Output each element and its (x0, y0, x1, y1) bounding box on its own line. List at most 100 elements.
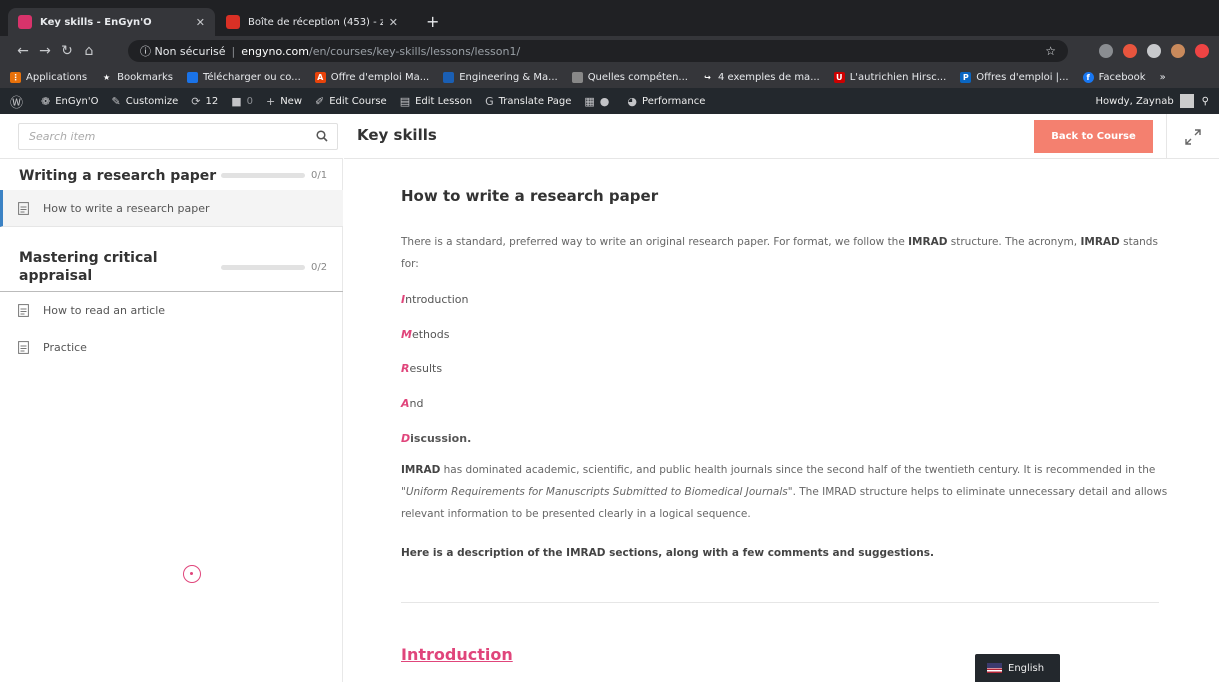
bookmark-item[interactable]: P Offres d'emploi |... (960, 71, 1069, 83)
admin-new-link[interactable]: + New (266, 95, 302, 108)
back-to-course-button[interactable]: Back to Course (1034, 120, 1153, 153)
plugin-icon: ▦ (584, 94, 595, 108)
new-tab-icon[interactable]: + (426, 14, 439, 30)
bookmark-item[interactable]: Engineering & Ma... (443, 71, 558, 83)
extension-icon[interactable] (1099, 44, 1113, 58)
document-icon (18, 341, 29, 354)
pencil-icon: ✐ (315, 94, 325, 108)
course-sidebar: Writing a research paper 0/1 How to writ… (0, 114, 343, 682)
search-icon[interactable]: ⚲ (1202, 96, 1209, 107)
admin-performance-link[interactable]: ◕ Performance (627, 95, 705, 108)
status-dot-icon: ● (599, 94, 610, 108)
intro-paragraph: There is a standard, preferred way to wr… (401, 236, 1158, 270)
gmail-favicon-icon (226, 15, 240, 29)
reload-icon[interactable]: ↻ (56, 43, 78, 59)
engineering-site-icon (443, 71, 455, 83)
lesson-item[interactable]: How to read an article (0, 292, 343, 329)
admin-plugin-link[interactable]: ▦ ● (584, 95, 614, 108)
bookmark-item[interactable]: A Offre d'emploi Ma... (314, 71, 429, 83)
url-path: /en/courses/key-skills/lessons/lesson1/ (308, 44, 521, 58)
admin-site-link[interactable]: ❁ EnGyn'O (41, 95, 99, 108)
news-site-icon: U (833, 71, 845, 83)
translate-icon: G (485, 94, 494, 108)
update-icon[interactable] (1195, 44, 1209, 58)
imrad-item: Results (401, 362, 443, 375)
lesson-item-active[interactable]: How to write a research paper (0, 190, 343, 227)
section-heading-link[interactable]: Introduction (401, 645, 513, 664)
address-bar-row: ← → ↻ ⌂ ⓘ Non sécurisé | engyno.com /en/… (0, 36, 1219, 66)
lesson-item[interactable]: Practice (0, 329, 343, 366)
admin-account-menu[interactable]: Howdy, Zaynab ⚲ (1096, 88, 1209, 114)
bookmark-item[interactable]: f Facebook (1082, 71, 1146, 83)
tab-title: Boîte de réception (453) - zay (248, 16, 383, 28)
lesson-heading: How to write a research paper (401, 187, 659, 205)
admin-comments-link[interactable]: ■ 0 (231, 95, 253, 108)
admin-updates-link[interactable]: ⟳ 12 (191, 95, 218, 108)
document-icon: ▤ (399, 94, 411, 108)
course-title: Key skills (357, 126, 437, 144)
bookmark-item[interactable]: Télécharger ou co... (186, 71, 301, 83)
browser-tab-bar: Key skills - EnGyn'O ✕ Boîte de réceptio… (0, 0, 1219, 36)
imrad-item: Discussion. (401, 432, 472, 445)
puzzle-icon[interactable] (1147, 44, 1161, 58)
link-icon: ↪ (704, 72, 711, 82)
skills-site-icon (571, 71, 583, 83)
wordpress-logo-icon[interactable]: Ⓦ (10, 92, 28, 111)
info-icon[interactable]: ⓘ (140, 43, 155, 59)
bookmark-item[interactable]: Quelles compéten... (571, 71, 688, 83)
bookmarks-bar: ⋮ Applications ★ Bookmarks Télécharger ou … (0, 66, 1219, 88)
star-icon: ★ (103, 72, 111, 82)
engyno-favicon-icon (18, 15, 32, 29)
bookmark-item[interactable]: ↪ 4 exemples de ma... (702, 72, 820, 83)
document-icon (18, 304, 29, 317)
description-line: Here is a description of the IMRAD secti… (401, 547, 934, 559)
language-switcher-button[interactable]: English (975, 654, 1060, 682)
apps-grid-icon: ⋮ (10, 71, 21, 83)
admin-edit-lesson-link[interactable]: ▤ Edit Lesson (400, 95, 472, 108)
search-input[interactable] (18, 123, 338, 150)
lesson-title: How to write a research paper (43, 201, 210, 215)
avatar[interactable] (1171, 44, 1185, 58)
course-header: Key skills Back to Course (344, 114, 1219, 159)
section-title[interactable]: Mastering critical appraisal (19, 249, 189, 285)
bookmark-item[interactable]: ⋮ Applications (10, 71, 87, 83)
section-progress-bar (221, 265, 305, 270)
bookmarks-overflow-icon[interactable]: » (1160, 72, 1166, 83)
security-label: Non sécurisé (154, 44, 226, 58)
browser-tab-active[interactable]: Key skills - EnGyn'O ✕ (8, 8, 215, 36)
tab-title: Key skills - EnGyn'O (40, 16, 152, 28)
expand-icon[interactable] (1166, 114, 1219, 159)
home-icon[interactable]: ⌂ (78, 43, 100, 59)
bookmark-star-icon[interactable]: ☆ (1045, 44, 1056, 58)
section-progress-count: 0/1 (311, 170, 328, 181)
admin-customize-link[interactable]: ✎ Customize (112, 95, 179, 108)
close-tab-icon[interactable]: ✕ (389, 16, 398, 29)
brush-icon: ✎ (111, 94, 121, 108)
url-host: engyno.com (241, 44, 309, 58)
section-progress-count: 0/2 (311, 262, 328, 273)
facebook-icon: f (1082, 71, 1094, 83)
curriculum-section: Writing a research paper 0/1 How to writ… (0, 159, 343, 232)
imrad-item: And (401, 397, 424, 410)
forward-arrow-icon[interactable]: → (34, 43, 56, 59)
lesson-content: How to write a research paper There is a… (344, 159, 1219, 682)
back-arrow-icon[interactable]: ← (12, 43, 34, 59)
search-icon[interactable] (316, 130, 328, 142)
bookmark-item[interactable]: ★ Bookmarks (101, 72, 173, 83)
plus-icon: + (265, 94, 276, 108)
sidebar-search (0, 114, 343, 159)
section-progress-bar (221, 173, 305, 178)
lesson-title: Practice (43, 341, 87, 354)
admin-edit-course-link[interactable]: ✐ Edit Course (315, 95, 387, 108)
wp-admin-bar: Ⓦ ❁ EnGyn'O ✎ Customize ⟳ 12 ■ 0 + New ✐ Edit … (0, 88, 1219, 114)
curriculum-section: Mastering critical appraisal 0/2 How to … (0, 232, 343, 372)
close-tab-icon[interactable]: ✕ (196, 16, 205, 29)
url-input[interactable]: ⓘ Non sécurisé | engyno.com /en/courses/… (128, 40, 1068, 62)
section-title[interactable]: Writing a research paper (19, 167, 216, 185)
imrad-item: Introduction (401, 293, 469, 306)
admin-translate-link[interactable]: G Translate Page (485, 95, 571, 108)
refresh-icon: ⟳ (191, 94, 201, 108)
browser-tab-inbox[interactable]: Boîte de réception (453) - zay ✕ (216, 8, 408, 36)
bookmark-item[interactable]: U L'autrichien Hirsc... (833, 71, 946, 83)
extension-icon[interactable] (1123, 44, 1137, 58)
